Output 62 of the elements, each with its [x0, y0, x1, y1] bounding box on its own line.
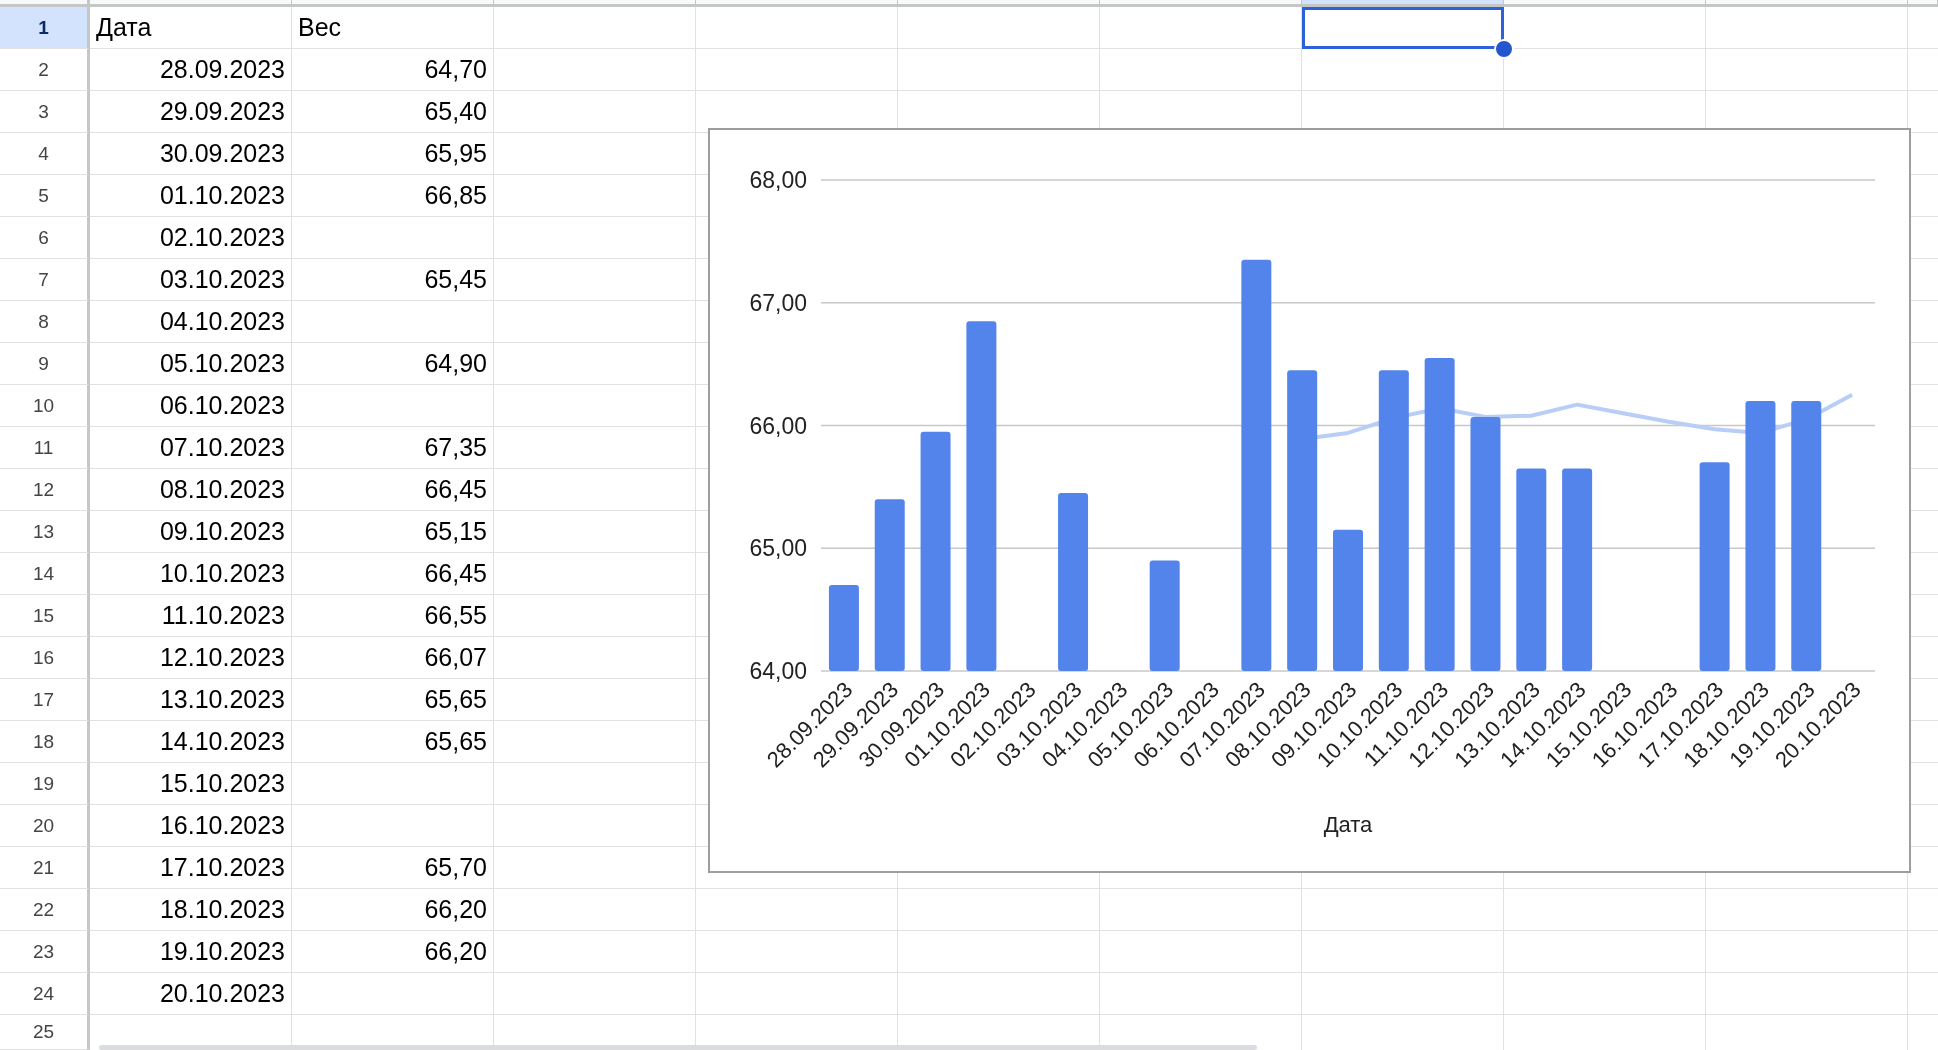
table-cell: 11.10.2023	[90, 595, 292, 637]
table-cell: Вес	[292, 7, 494, 49]
table-cell: 02.10.2023	[90, 217, 292, 259]
table-cell: 66,20	[292, 889, 494, 931]
table-cell: 65,70	[292, 847, 494, 889]
table-cell: 03.10.2023	[90, 259, 292, 301]
chart-panel[interactable]	[708, 128, 1911, 873]
table-cell: 66,85	[292, 175, 494, 217]
table-cell: 10.10.2023	[90, 553, 292, 595]
column-header[interactable]	[494, 0, 696, 7]
table-cell: 66,07	[292, 637, 494, 679]
axis-tick-label: 68,00	[749, 167, 807, 193]
table-cell: 05.10.2023	[90, 343, 292, 385]
cell-cursor[interactable]	[1302, 7, 1504, 49]
table-cell: 30.09.2023	[90, 133, 292, 175]
column-header[interactable]	[90, 0, 292, 7]
table-cell: 19.10.2023	[90, 931, 292, 973]
column-header[interactable]	[292, 0, 494, 7]
column-header[interactable]	[1706, 0, 1908, 7]
axis-tick-label: 65,00	[749, 535, 807, 562]
table-cell: 08.10.2023	[90, 469, 292, 511]
table-cell: 17.10.2023	[90, 847, 292, 889]
table-cell: 04.10.2023	[90, 301, 292, 343]
table-cell: 65,15	[292, 511, 494, 553]
column-header[interactable]	[1908, 0, 1938, 7]
row-header[interactable]: 1	[0, 7, 90, 49]
table-cell: 12.10.2023	[90, 637, 292, 679]
table-cell: 66,45	[292, 469, 494, 511]
table-cell: 20.10.2023	[90, 973, 292, 1015]
table-cell: 15.10.2023	[90, 763, 292, 805]
table-cell: 16.10.2023	[90, 805, 292, 847]
table-cell: 65,95	[292, 133, 494, 175]
axis-tick-label: 66,00	[749, 412, 807, 439]
corner-header[interactable]	[0, 0, 90, 7]
table-cell: 07.10.2023	[90, 427, 292, 469]
axis-title: Дата	[1323, 812, 1373, 837]
table-cell: 64,70	[292, 49, 494, 91]
table-cell: 66,45	[292, 553, 494, 595]
axis-tick-label: 67,00	[749, 289, 807, 316]
table-cell: 13.10.2023	[90, 679, 292, 721]
table-cell: 14.10.2023	[90, 721, 292, 763]
table-cell: 18.10.2023	[90, 889, 292, 931]
table-cell: 67,35	[292, 427, 494, 469]
table-cell: 06.10.2023	[90, 385, 292, 427]
table-cell: 65,40	[292, 91, 494, 133]
table-cell: 29.09.2023	[90, 91, 292, 133]
table-cell: 65,45	[292, 259, 494, 301]
column-header[interactable]	[696, 0, 898, 7]
axis-tick-label: 64,00	[749, 658, 807, 684]
table-cell: 65,65	[292, 679, 494, 721]
table-cell: 66,20	[292, 931, 494, 973]
scrollbar-thumb[interactable]	[99, 1045, 1257, 1050]
table-cell: 01.10.2023	[90, 175, 292, 217]
fill-handle[interactable]	[1494, 39, 1514, 59]
table-cell: 65,65	[292, 721, 494, 763]
table-cell: Дата	[90, 7, 292, 49]
column-header[interactable]	[898, 0, 1100, 7]
table-cell: 66,55	[292, 595, 494, 637]
row-header[interactable]: 25	[0, 1015, 90, 1050]
table-cell: 09.10.2023	[90, 511, 292, 553]
table-cell: 28.09.2023	[90, 49, 292, 91]
table-cell: 64,90	[292, 343, 494, 385]
